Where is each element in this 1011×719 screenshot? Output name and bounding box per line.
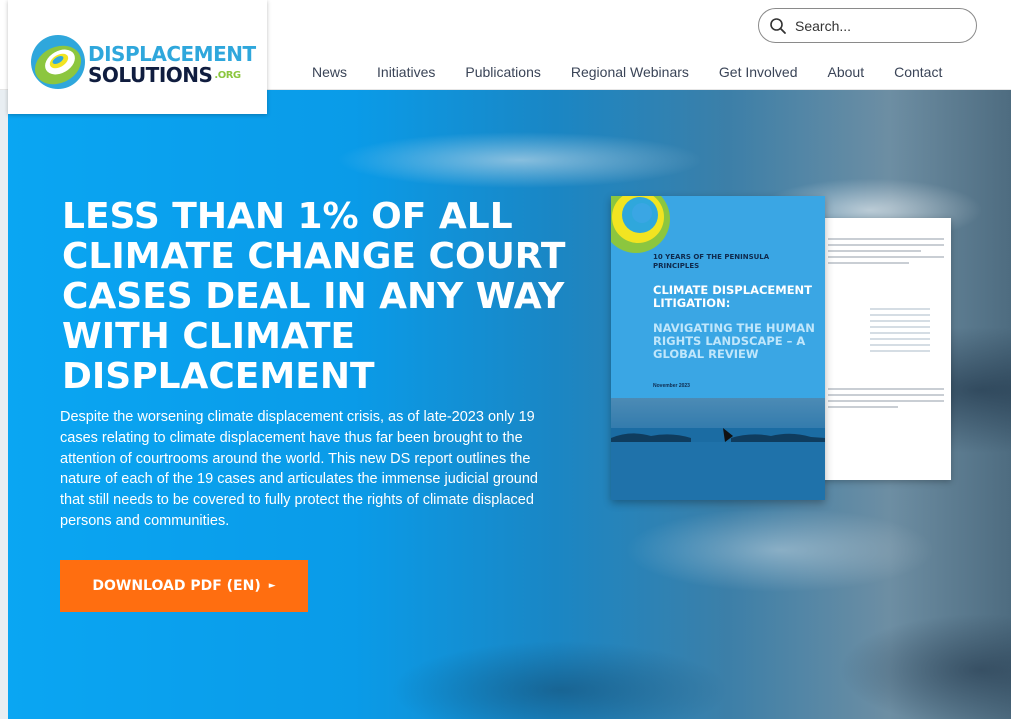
logo-mark-icon — [31, 35, 85, 89]
logo-wordmark: DISPLACEMENT SOLUTIONS .ORG — [88, 44, 256, 86]
cover-series: 10 YEARS OF THE PENINSULA PRINCIPLES — [653, 253, 770, 270]
cover-subtitle: NAVIGATING THE HUMAN RIGHTS LANDSCAPE – … — [653, 321, 815, 361]
nav-contact[interactable]: Contact — [894, 64, 942, 84]
logo-suffix: .ORG — [214, 70, 241, 81]
search-box[interactable] — [758, 8, 977, 43]
report-inner-page — [820, 218, 951, 480]
report-mini-table — [870, 308, 930, 356]
search-icon[interactable] — [769, 17, 787, 35]
cover-photo — [611, 398, 825, 500]
download-pdf-button[interactable]: DOWNLOAD PDF (EN) ► — [60, 560, 308, 612]
site-header: DISPLACEMENT SOLUTIONS.ORG News Initiati… — [0, 0, 1011, 114]
hero-left-edge — [0, 90, 8, 719]
hero-headline: LESS THAN 1% OF ALL CLIMATE CHANGE COURT… — [62, 196, 566, 397]
nav-regional-webinars[interactable]: Regional Webinars — [571, 64, 689, 84]
logo[interactable]: DISPLACEMENT SOLUTIONS .ORG — [8, 0, 267, 114]
hero-banner: LESS THAN 1% OF ALL CLIMATE CHANGE COURT… — [0, 90, 1011, 719]
main-nav: News Initiatives Publications Regional W… — [312, 64, 942, 84]
logo-line1: DISPLACEMENT — [88, 42, 256, 66]
nav-get-involved[interactable]: Get Involved — [719, 64, 798, 84]
cover-title: CLIMATE DISPLACEMENT LITIGATION: — [653, 283, 813, 310]
nav-publications[interactable]: Publications — [465, 64, 541, 84]
logo-line2: SOLUTIONS .ORG — [88, 65, 256, 86]
download-pdf-label: DOWNLOAD PDF (EN) — [92, 578, 261, 594]
hero-description: Despite the worsening climate displaceme… — [60, 409, 538, 529]
report-text-lines — [828, 238, 944, 268]
cover-logo-icon — [611, 196, 670, 253]
play-arrow-icon: ► — [268, 581, 276, 591]
cover-island-image — [611, 428, 825, 500]
logo-line2-text: SOLUTIONS — [88, 63, 213, 87]
search-input[interactable] — [795, 16, 965, 36]
cover-date: November 2023 — [653, 383, 690, 389]
report-cover[interactable]: 10 YEARS OF THE PENINSULA PRINCIPLES CLI… — [611, 196, 825, 500]
nav-about[interactable]: About — [828, 64, 865, 84]
report-text-lines-lower — [828, 388, 944, 412]
nav-initiatives[interactable]: Initiatives — [377, 64, 435, 84]
nav-news[interactable]: News — [312, 64, 347, 84]
